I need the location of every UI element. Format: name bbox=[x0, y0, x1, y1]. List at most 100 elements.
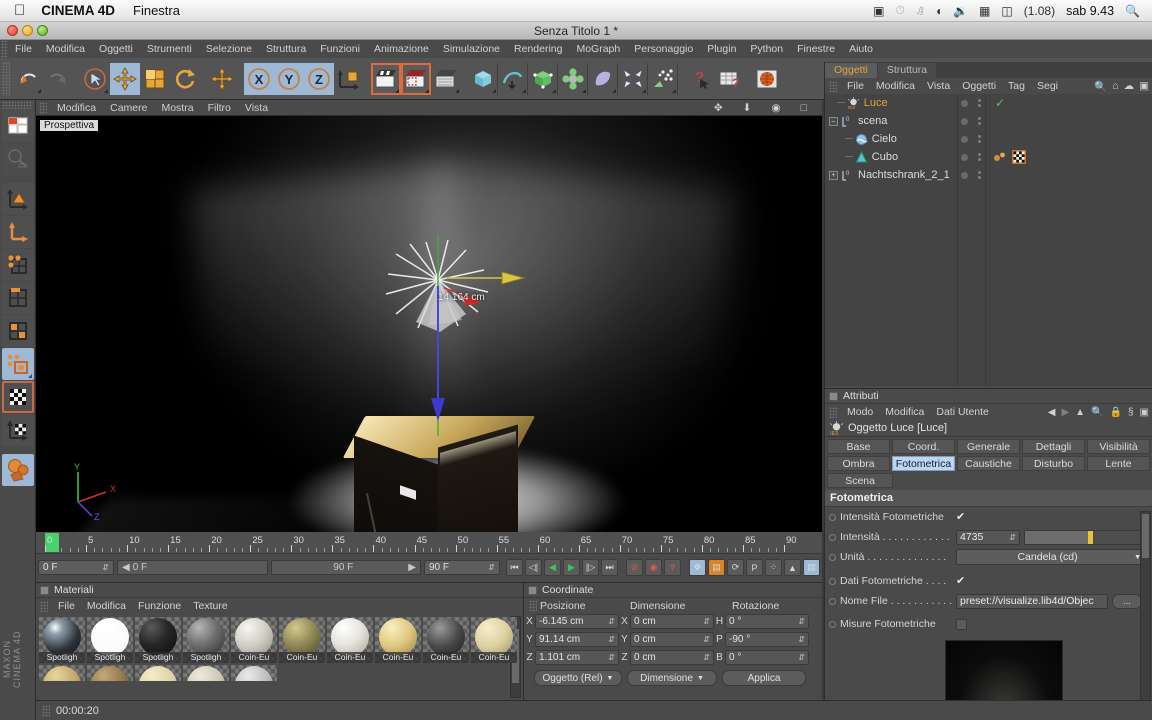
spline-pen-icon[interactable] bbox=[498, 62, 528, 95]
play-forward-button[interactable]: ▶ bbox=[563, 559, 580, 576]
param-bullet-2[interactable] bbox=[829, 533, 836, 541]
attributes-scrollbar[interactable] bbox=[1140, 511, 1151, 718]
visibility-editor-dot-1[interactable] bbox=[961, 99, 968, 107]
preview-range-start-arrow[interactable]: ◀ bbox=[122, 562, 130, 573]
expander-scena[interactable]: – bbox=[829, 116, 838, 126]
materials-panel-icon[interactable] bbox=[40, 585, 49, 595]
menu-funzioni[interactable]: Funzioni bbox=[313, 40, 367, 58]
move-axis-icon[interactable] bbox=[207, 62, 237, 95]
materials-menu-funzione[interactable]: Funzione bbox=[132, 600, 187, 612]
rotate-tool-icon[interactable] bbox=[170, 62, 200, 95]
tab-scena[interactable]: Scena bbox=[827, 473, 894, 488]
render-region-icon[interactable] bbox=[401, 62, 431, 95]
photometric-data-checkbox[interactable]: ✔ bbox=[956, 575, 968, 587]
material-item[interactable]: Coin-Eu bbox=[375, 617, 421, 663]
attributes-scroll-thumb[interactable] bbox=[1142, 514, 1149, 558]
object-row-scena[interactable]: – 0 scena bbox=[825, 112, 1152, 130]
preview-range-bar[interactable]: ◀ 0 F bbox=[117, 560, 268, 575]
pos-z-field[interactable]: 1.101 cm ⇵ bbox=[535, 650, 619, 665]
record-parameter-button[interactable]: P bbox=[746, 559, 763, 576]
dolly-view-icon[interactable]: ⬇ bbox=[736, 102, 759, 114]
undo-icon[interactable] bbox=[13, 62, 43, 95]
keyframe-selection-button[interactable]: ? bbox=[664, 559, 681, 576]
material-item[interactable]: Coin-Eu bbox=[279, 617, 325, 663]
attributes-panel-icon[interactable] bbox=[829, 391, 838, 401]
om-menu-vista[interactable]: Vista bbox=[921, 80, 956, 92]
toolbar-grip[interactable] bbox=[2, 61, 10, 96]
current-frame-spinner[interactable]: ⇵ bbox=[102, 563, 109, 572]
render-settings-icon[interactable] bbox=[431, 62, 461, 95]
material-item[interactable]: Coin-Eu bbox=[327, 617, 373, 663]
particles-icon[interactable] bbox=[648, 62, 678, 95]
material-item[interactable]: Coin-Eu bbox=[231, 617, 277, 663]
wifi-icon[interactable]: ◖ bbox=[935, 4, 942, 18]
om-menu-oggetti[interactable]: Oggetti bbox=[956, 80, 1002, 92]
object-manager-grip[interactable] bbox=[829, 80, 837, 92]
deformer-icon[interactable] bbox=[588, 62, 618, 95]
object-tree[interactable]: ─ IES Luce ✓ – 0 scena ─ Cielo ─ Cubo + … bbox=[825, 94, 1152, 386]
tab-disturbo[interactable]: Disturbo bbox=[1022, 456, 1085, 471]
intensity-slider-knob[interactable] bbox=[1087, 530, 1093, 544]
material-tag-icon[interactable] bbox=[993, 151, 1007, 163]
menu-animazione[interactable]: Animazione bbox=[367, 40, 436, 58]
om-menu-file[interactable]: File bbox=[841, 80, 870, 92]
material-item[interactable]: Coin-Eu bbox=[423, 617, 469, 663]
param-bullet-3[interactable] bbox=[829, 553, 836, 561]
param-bullet-4[interactable] bbox=[829, 577, 836, 585]
viewport-solo-icon[interactable] bbox=[2, 454, 34, 486]
battery-icon[interactable]: ◫ bbox=[1001, 4, 1012, 18]
menu-strumenti[interactable]: Strumenti bbox=[140, 40, 199, 58]
material-item[interactable] bbox=[231, 665, 277, 681]
material-item[interactable]: Coin-Eu bbox=[471, 617, 517, 663]
viewport-menu-mostra[interactable]: Mostra bbox=[154, 102, 200, 114]
macos-clock[interactable]: sab 9.43 bbox=[1066, 4, 1114, 18]
object-row-nachtschrank[interactable]: + 0 Nachtschrank_2_1 bbox=[825, 166, 1152, 184]
mograph-cloner-icon[interactable] bbox=[558, 62, 588, 95]
visibility-render-dots-5[interactable] bbox=[978, 171, 981, 179]
param-bullet-1[interactable] bbox=[829, 513, 836, 521]
attr-menu-modifica[interactable]: Modifica bbox=[879, 406, 930, 418]
texture-mode-icon[interactable] bbox=[2, 381, 34, 413]
tab-caustiche[interactable]: Caustiche bbox=[957, 456, 1020, 471]
rotate-view-icon[interactable]: ◉ bbox=[764, 102, 787, 114]
attributes-grip[interactable] bbox=[829, 406, 837, 418]
model-mode-icon[interactable] bbox=[2, 183, 34, 215]
texture-axis-icon[interactable] bbox=[2, 414, 34, 446]
apple-icon[interactable]:  bbox=[14, 3, 25, 18]
material-item[interactable]: Spotligh bbox=[183, 617, 229, 663]
menu-python[interactable]: Python bbox=[743, 40, 790, 58]
rot-p-field[interactable]: -90 ° ⇵ bbox=[725, 632, 809, 647]
scale-tool-icon[interactable] bbox=[140, 62, 170, 95]
object-row-cubo[interactable]: ─ Cubo bbox=[825, 148, 1152, 166]
material-item[interactable] bbox=[39, 665, 85, 681]
generator-icon[interactable] bbox=[528, 62, 558, 95]
viewport-menu-camere[interactable]: Camere bbox=[103, 102, 154, 114]
lock-icon[interactable]: 🔒 bbox=[1110, 407, 1122, 418]
menu-plugin[interactable]: Plugin bbox=[700, 40, 743, 58]
rot-h-field[interactable]: 0 ° ⇵ bbox=[725, 614, 809, 629]
material-item[interactable] bbox=[87, 665, 133, 681]
tab-struttura[interactable]: Struttura bbox=[877, 63, 937, 78]
material-item[interactable]: Spotligh bbox=[135, 617, 181, 663]
redo-icon[interactable] bbox=[43, 62, 73, 95]
tab-base[interactable]: Base bbox=[827, 439, 890, 454]
pos-y-field[interactable]: 91.14 cm ⇵ bbox=[535, 632, 619, 647]
viewport-menu-filtro[interactable]: Filtro bbox=[201, 102, 238, 114]
environment-icon[interactable] bbox=[618, 62, 648, 95]
materials-grid[interactable]: Spotligh Spotligh Spotligh Spotligh Coin-Eu C… bbox=[36, 614, 523, 700]
material-item[interactable]: Spotligh bbox=[87, 617, 133, 663]
keyframe-mode-button[interactable]: ▲ bbox=[784, 559, 801, 576]
checker-texture-tag-icon[interactable] bbox=[1012, 150, 1026, 164]
visibility-editor-dot-4[interactable] bbox=[961, 153, 968, 161]
unit-dropdown[interactable]: Candela (cd) ▼ bbox=[956, 549, 1146, 565]
visibility-render-dots-1[interactable] bbox=[978, 99, 981, 107]
record-position-button[interactable]: ✥ bbox=[689, 559, 706, 576]
pos-x-field[interactable]: -6.145 cm ⇵ bbox=[535, 614, 619, 629]
step-forward-button[interactable]: |▷ bbox=[582, 559, 599, 576]
size-x-field[interactable]: 0 cm ⇵ bbox=[630, 614, 714, 629]
size-y-field[interactable]: 0 cm ⇵ bbox=[630, 632, 714, 647]
back-arrow-icon[interactable]: ◀ bbox=[1048, 407, 1056, 418]
tab-generale[interactable]: Generale bbox=[957, 439, 1020, 454]
menu-modifica[interactable]: Modifica bbox=[39, 40, 92, 58]
cube-primitive-icon[interactable] bbox=[468, 62, 498, 95]
